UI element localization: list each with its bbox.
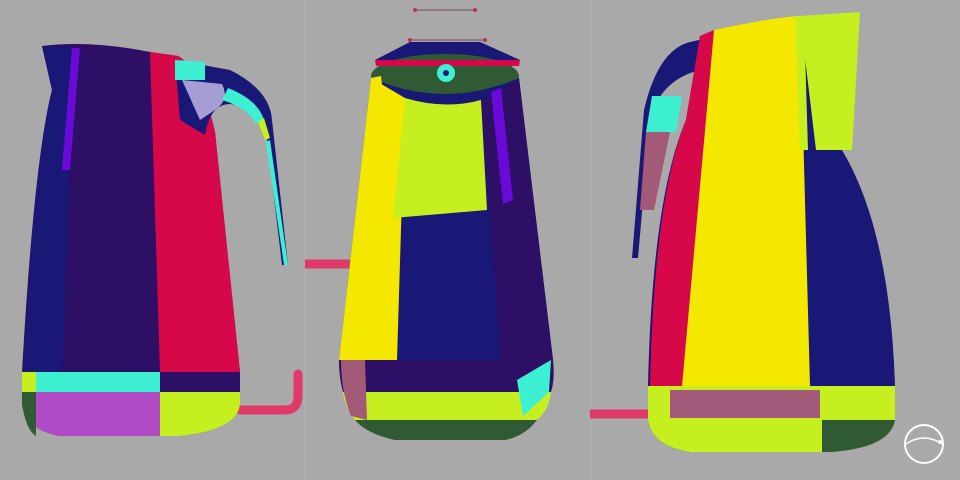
kettle-right-view — [590, 12, 895, 452]
viewport-left[interactable] — [0, 0, 305, 480]
3d-viewport[interactable] — [0, 0, 960, 480]
kettle-left-view — [22, 44, 303, 436]
viewport-right[interactable] — [590, 0, 960, 480]
viewport-middle[interactable] — [305, 0, 590, 480]
power-cable — [235, 369, 303, 415]
view-cube-icon[interactable] — [902, 422, 946, 466]
origin-marker-icon — [408, 8, 487, 42]
kettle-front-view — [305, 8, 554, 440]
